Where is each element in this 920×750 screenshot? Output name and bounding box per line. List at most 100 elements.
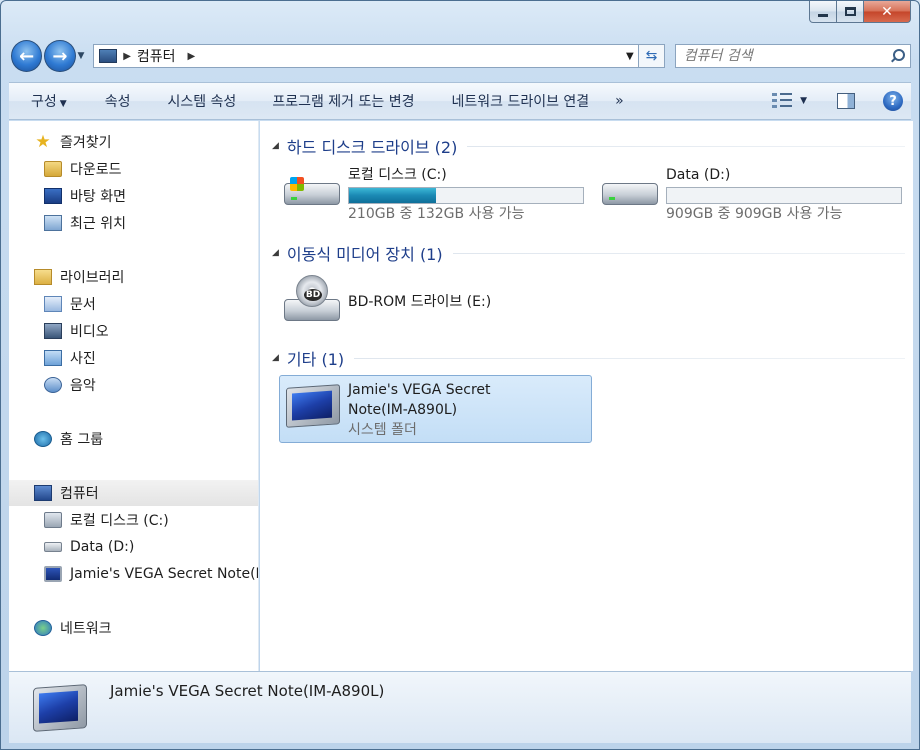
search-icon[interactable] (890, 49, 905, 63)
minimize-button[interactable] (809, 1, 837, 23)
group-divider (452, 252, 905, 254)
videos-icon (44, 323, 62, 339)
drive-name: BD-ROM 드라이브 (E:) (348, 294, 492, 310)
collapse-triangle-icon[interactable]: ◢ (272, 248, 279, 258)
sidebar-item-label: 네트워크 (60, 621, 112, 637)
recent-pages-dropdown[interactable]: ▼ (78, 51, 90, 61)
drive-tile-c[interactable]: 로컬 디스크 (C:) 210GB 중 132GB 사용 가능 (280, 165, 584, 224)
explorer-window: ✕ ← → ▼ ▶ 컴퓨터 ▶ ▼ ⇆ 구성▼ 속성 시스템 속성 프로그램 제… (0, 0, 920, 750)
pictures-icon (44, 350, 62, 366)
more-commands-button[interactable]: » (615, 93, 624, 109)
sidebar-item-favorites[interactable]: ★ 즐겨찾기 (9, 129, 258, 155)
drive-usage-bar (348, 187, 584, 204)
downloads-folder-icon (44, 161, 62, 177)
maximize-icon (844, 7, 856, 16)
group-title: 기타 (1) (286, 350, 345, 369)
music-icon (44, 377, 62, 393)
search-field[interactable] (674, 44, 911, 68)
map-network-drive-button[interactable]: 네트워크 드라이브 연결 (451, 91, 589, 111)
collapse-triangle-icon[interactable]: ◢ (272, 141, 279, 151)
back-button[interactable]: ← (11, 40, 43, 72)
drive-usage-bar (666, 187, 902, 204)
sidebar-item-label: 바탕 화면 (70, 189, 126, 205)
sidebar-item-label: 문서 (70, 297, 96, 313)
help-icon[interactable]: ? (883, 91, 903, 111)
minimize-icon (818, 13, 828, 17)
sidebar-item-vega-device[interactable]: Jamie's VEGA Secret Note(IM-A890L) (9, 561, 258, 587)
address-dropdown-icon[interactable]: ▼ (620, 51, 638, 62)
hard-disk-icon (44, 542, 62, 552)
uninstall-program-button[interactable]: 프로그램 제거 또는 변경 (272, 91, 414, 111)
sidebar-item-data-d[interactable]: Data (D:) (9, 534, 258, 560)
collapse-triangle-icon[interactable]: ◢ (272, 353, 279, 363)
group-divider (354, 357, 905, 359)
sidebar-item-pictures[interactable]: 사진 (9, 345, 258, 371)
caption-buttons: ✕ (809, 1, 911, 23)
sidebar-item-desktop[interactable]: 바탕 화면 (9, 183, 258, 209)
refresh-button[interactable]: ⇆ (639, 44, 665, 68)
view-options-icon (772, 93, 793, 109)
group-header-other[interactable]: ◢ 기타 (1) (272, 347, 905, 369)
device-tile-vega[interactable]: Jamie's VEGA Secret Note(IM-A890L) 시스템 폴… (279, 375, 592, 443)
sidebar-item-label: 라이브러리 (60, 270, 125, 286)
close-button[interactable]: ✕ (864, 1, 911, 23)
sidebar-item-label: 컴퓨터 (60, 486, 99, 502)
documents-icon (44, 296, 62, 312)
group-header-hard-disks[interactable]: ◢ 하드 디스크 드라이브 (2) (272, 135, 905, 157)
sidebar-item-label: 비디오 (70, 324, 109, 340)
sidebar-item-documents[interactable]: 문서 (9, 291, 258, 317)
properties-button[interactable]: 속성 (105, 91, 131, 111)
close-icon: ✕ (881, 3, 893, 20)
details-title: Jamie's VEGA Secret Note(IM-A890L) (110, 682, 385, 700)
breadcrumb-computer[interactable]: 컴퓨터 (137, 46, 176, 66)
libraries-icon (34, 269, 52, 285)
refresh-icon: ⇆ (645, 48, 658, 64)
command-bar: 구성 ▼ 속성 시스템 속성 프로그램 제거 또는 변경 네트워크 드라이브 연결… (9, 82, 911, 120)
content-pane: ◢ 하드 디스크 드라이브 (2) 로컬 디스크 (C:) 210GB 중 13… (260, 121, 913, 671)
drive-usage-fill (349, 188, 436, 203)
group-divider (467, 145, 905, 147)
group-header-removable[interactable]: ◢ 이동식 미디어 장치 (1) (272, 242, 905, 264)
sidebar-item-libraries[interactable]: 라이브러리 (9, 264, 258, 290)
preview-pane-icon[interactable] (837, 93, 855, 109)
computer-icon (34, 485, 52, 501)
network-icon (34, 620, 52, 636)
recent-places-icon (44, 215, 62, 231)
sidebar-item-local-disk-c[interactable]: 로컬 디스크 (C:) (9, 507, 258, 533)
breadcrumb-chevron-icon[interactable]: ▶ (123, 51, 131, 62)
address-bar[interactable]: ▶ 컴퓨터 ▶ ▼ (93, 44, 640, 68)
sidebar-item-recent-places[interactable]: 최근 위치 (9, 210, 258, 236)
sidebar-item-label: 다운로드 (70, 162, 122, 178)
chevron-down-icon: ▼ (59, 99, 67, 109)
address-row: ← → ▼ ▶ 컴퓨터 ▶ ▼ ⇆ (11, 39, 911, 73)
breadcrumb-chevron-icon[interactable]: ▶ (188, 51, 196, 62)
sidebar-item-homegroup[interactable]: 홈 그룹 (9, 426, 258, 452)
sidebar-item-label: 즐겨찾기 (60, 135, 112, 151)
sidebar-item-label: 로컬 디스크 (C:) (70, 513, 169, 529)
change-view-button[interactable]: ▼ (772, 93, 807, 109)
hard-drive-icon (280, 165, 342, 221)
drive-tile-bd-rom[interactable]: BD BD-ROM 드라이브 (E:) (280, 271, 491, 327)
sidebar-item-label: 최근 위치 (70, 216, 126, 232)
organize-button[interactable]: 구성 ▼ (31, 91, 67, 111)
organize-label: 구성 (31, 94, 57, 110)
sidebar-item-downloads[interactable]: 다운로드 (9, 156, 258, 182)
drive-free-space: 210GB 중 132GB 사용 가능 (348, 206, 525, 222)
search-input[interactable] (683, 48, 884, 64)
group-title: 이동식 미디어 장치 (1) (286, 245, 443, 264)
sidebar-item-label: 홈 그룹 (60, 432, 104, 448)
sidebar-item-music[interactable]: 음악 (9, 372, 258, 398)
computer-icon (99, 49, 118, 63)
system-properties-button[interactable]: 시스템 속성 (167, 91, 236, 111)
drive-tile-d[interactable]: Data (D:) 909GB 중 909GB 사용 가능 (598, 165, 902, 224)
maximize-button[interactable] (837, 1, 864, 23)
device-name-line2: Note(IM-A890L) (348, 402, 458, 418)
portable-device-icon (44, 566, 62, 582)
forward-button[interactable]: → (44, 40, 76, 72)
sidebar-item-videos[interactable]: 비디오 (9, 318, 258, 344)
sidebar-item-computer[interactable]: 컴퓨터 (9, 480, 258, 506)
desktop-icon (44, 188, 62, 204)
sidebar-item-label: 사진 (70, 351, 96, 367)
sidebar-item-network[interactable]: 네트워크 (9, 615, 258, 641)
chevron-down-icon: ▼ (800, 96, 807, 106)
